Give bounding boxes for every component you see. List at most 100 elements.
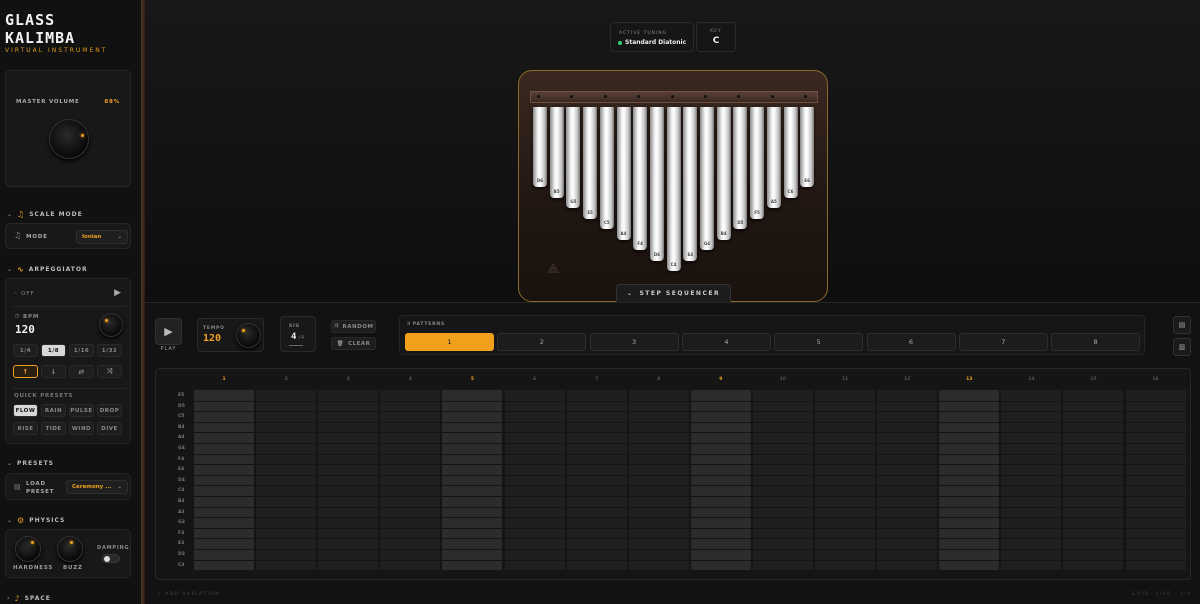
step-number-5: 5 (470, 377, 474, 382)
pattern-button-6[interactable]: 6 (866, 333, 956, 351)
pattern-button-2[interactable]: 2 (497, 333, 587, 351)
row-note-label: G4 (178, 446, 185, 451)
kalimba-tine[interactable]: E4 (683, 107, 698, 261)
physics-header[interactable]: ⌄ ⚙ PHYSICS (7, 516, 65, 525)
physics-title: PHYSICS (29, 517, 66, 524)
pattern-button-8[interactable]: 8 (1051, 333, 1141, 351)
step-sequencer-tab[interactable]: ⌄ STEP SEQUENCER (616, 284, 731, 302)
kalimba-tine[interactable]: F4 (633, 107, 648, 250)
step-column (752, 390, 813, 571)
microphone-icon: ♪ (14, 594, 21, 603)
kalimba-tine[interactable]: B4 (716, 107, 731, 240)
import-file-button[interactable]: ▥ (1173, 338, 1191, 356)
tine-note-label: C4 (670, 262, 677, 267)
random-button[interactable]: ⤨ RANDOM (331, 320, 376, 333)
quick-preset-drop[interactable]: DROP (97, 404, 122, 417)
kalimba-tine[interactable]: E5 (583, 107, 598, 219)
direction-button-2[interactable]: ↓ (41, 365, 66, 378)
space-title: SPACE (24, 595, 51, 602)
step-column (504, 390, 565, 571)
tempo-knob[interactable] (236, 323, 261, 348)
sequencer-play-button[interactable]: ▶ (155, 318, 182, 345)
bounce-icon: ⇄ (78, 367, 85, 376)
bridge-rivet (603, 95, 607, 98)
space-header[interactable]: › ♪ SPACE (7, 594, 51, 603)
step-number-12: 12 (904, 377, 911, 382)
grid-row-line (193, 527, 1187, 529)
bridge-rivet (770, 95, 774, 98)
kalimba-tine[interactable]: E6 (800, 107, 815, 187)
add-variation-button[interactable]: + ADD VARIATION (157, 592, 220, 597)
pattern-button-4[interactable]: 4 (681, 333, 771, 351)
mode-select[interactable]: Ionian ⌄ (76, 230, 128, 244)
kalimba-tine[interactable]: A5 (766, 107, 781, 208)
kalimba-tine[interactable]: C5 (599, 107, 614, 229)
kalimba-tine[interactable]: C6 (783, 107, 798, 198)
quick-preset-dive[interactable]: DIVE (97, 422, 122, 435)
play-icon[interactable]: ▶ (114, 288, 121, 298)
quick-preset-flow[interactable]: FLOW (13, 404, 38, 417)
row-note-label: D5 (178, 403, 185, 409)
direction-button-3[interactable]: ⇄ (69, 365, 94, 378)
scale-mode-title: SCALE MODE (29, 211, 83, 218)
kalimba-tine[interactable]: B5 (549, 107, 564, 198)
step-number-15: 15 (1090, 377, 1097, 382)
preset-select[interactable]: Ceremony ... ⌄ (66, 480, 128, 494)
file-icon: ▤ (1178, 321, 1186, 329)
active-tuning-label: ACTIVE TUNING (619, 31, 668, 36)
pattern-button-7[interactable]: 7 (958, 333, 1048, 351)
quick-preset-wind[interactable]: WIND (69, 422, 94, 435)
hardness-knob[interactable] (15, 536, 41, 562)
bpm-knob[interactable] (99, 313, 123, 337)
clear-button[interactable]: 🗑 CLEAR (331, 337, 376, 350)
kalimba-tine[interactable]: D4 (649, 107, 664, 261)
kalimba-tine[interactable]: D5 (733, 107, 748, 229)
direction-button-4[interactable]: ⤨ (97, 365, 122, 378)
kalimba-tine[interactable]: C4 (666, 107, 681, 271)
kalimba-instrument: D6 B5 G5 E5 C5 A4 F4 D4 C4 E4 G4 B4 D5 F5 A5 C6 E6 ⟁ (518, 70, 828, 302)
quick-preset-rain[interactable]: RAIN (41, 404, 66, 417)
quick-preset-rise[interactable]: RISE (13, 422, 38, 435)
row-note-label: A3 (178, 509, 185, 515)
quick-preset-pulse[interactable]: PULSE (69, 404, 94, 417)
kalimba-tine[interactable]: G5 (566, 107, 581, 208)
rate-button-4[interactable]: 1/32 (97, 344, 122, 357)
divider (12, 388, 126, 389)
step-number-8: 8 (657, 377, 661, 382)
grid-row-line (193, 538, 1187, 540)
rate-button-3[interactable]: 1/16 (69, 344, 94, 357)
kalimba-tine[interactable]: A4 (616, 107, 631, 240)
rate-button-1[interactable]: 1/4 (13, 344, 38, 357)
arpeggiator-header[interactable]: ⌄ ∿ ARPEGGIATOR (7, 265, 88, 274)
pattern-button-1[interactable]: 1 (405, 333, 494, 351)
export-file-button[interactable]: ▤ (1173, 316, 1191, 334)
grid-row-line (193, 474, 1187, 476)
master-volume-knob[interactable] (49, 119, 89, 159)
kalimba-tine[interactable]: F5 (750, 107, 765, 219)
tine-note-label: E4 (687, 251, 694, 257)
quick-preset-tide[interactable]: TIDE (41, 422, 66, 435)
chevron-right-icon: › (7, 595, 11, 602)
presets-header[interactable]: ⌄ PRESETS (7, 460, 54, 467)
arp-state-toggle[interactable]: ◦ OFF (14, 291, 35, 297)
step-number-7: 7 (595, 377, 599, 382)
damping-toggle[interactable] (102, 554, 120, 563)
pattern-button-5[interactable]: 5 (774, 333, 864, 351)
rate-button-2[interactable]: 1/8 (41, 344, 66, 357)
tine-note-label: E5 (587, 209, 593, 215)
pattern-button-3[interactable]: 3 (589, 333, 679, 351)
presets-title: PRESETS (17, 460, 54, 467)
presets-panel: ▤ LOAD PRESET Ceremony ... ⌄ (5, 473, 131, 500)
step-column (442, 390, 503, 571)
direction-button-1[interactable]: ↑ (13, 365, 38, 378)
scale-mode-header[interactable]: ⌄ ♫ SCALE MODE (7, 210, 83, 219)
grid-row-line (193, 506, 1187, 508)
kalimba-tine[interactable]: D6 (533, 107, 547, 187)
time-signature-box[interactable]: SIG 4 /4 (280, 316, 316, 352)
buzz-knob[interactable] (57, 536, 83, 562)
knob-indicator (105, 319, 108, 322)
step-column (1063, 390, 1124, 571)
tine-note-label: B4 (720, 230, 727, 236)
row-note-label: B4 (178, 424, 185, 430)
kalimba-tine[interactable]: G4 (700, 107, 714, 250)
